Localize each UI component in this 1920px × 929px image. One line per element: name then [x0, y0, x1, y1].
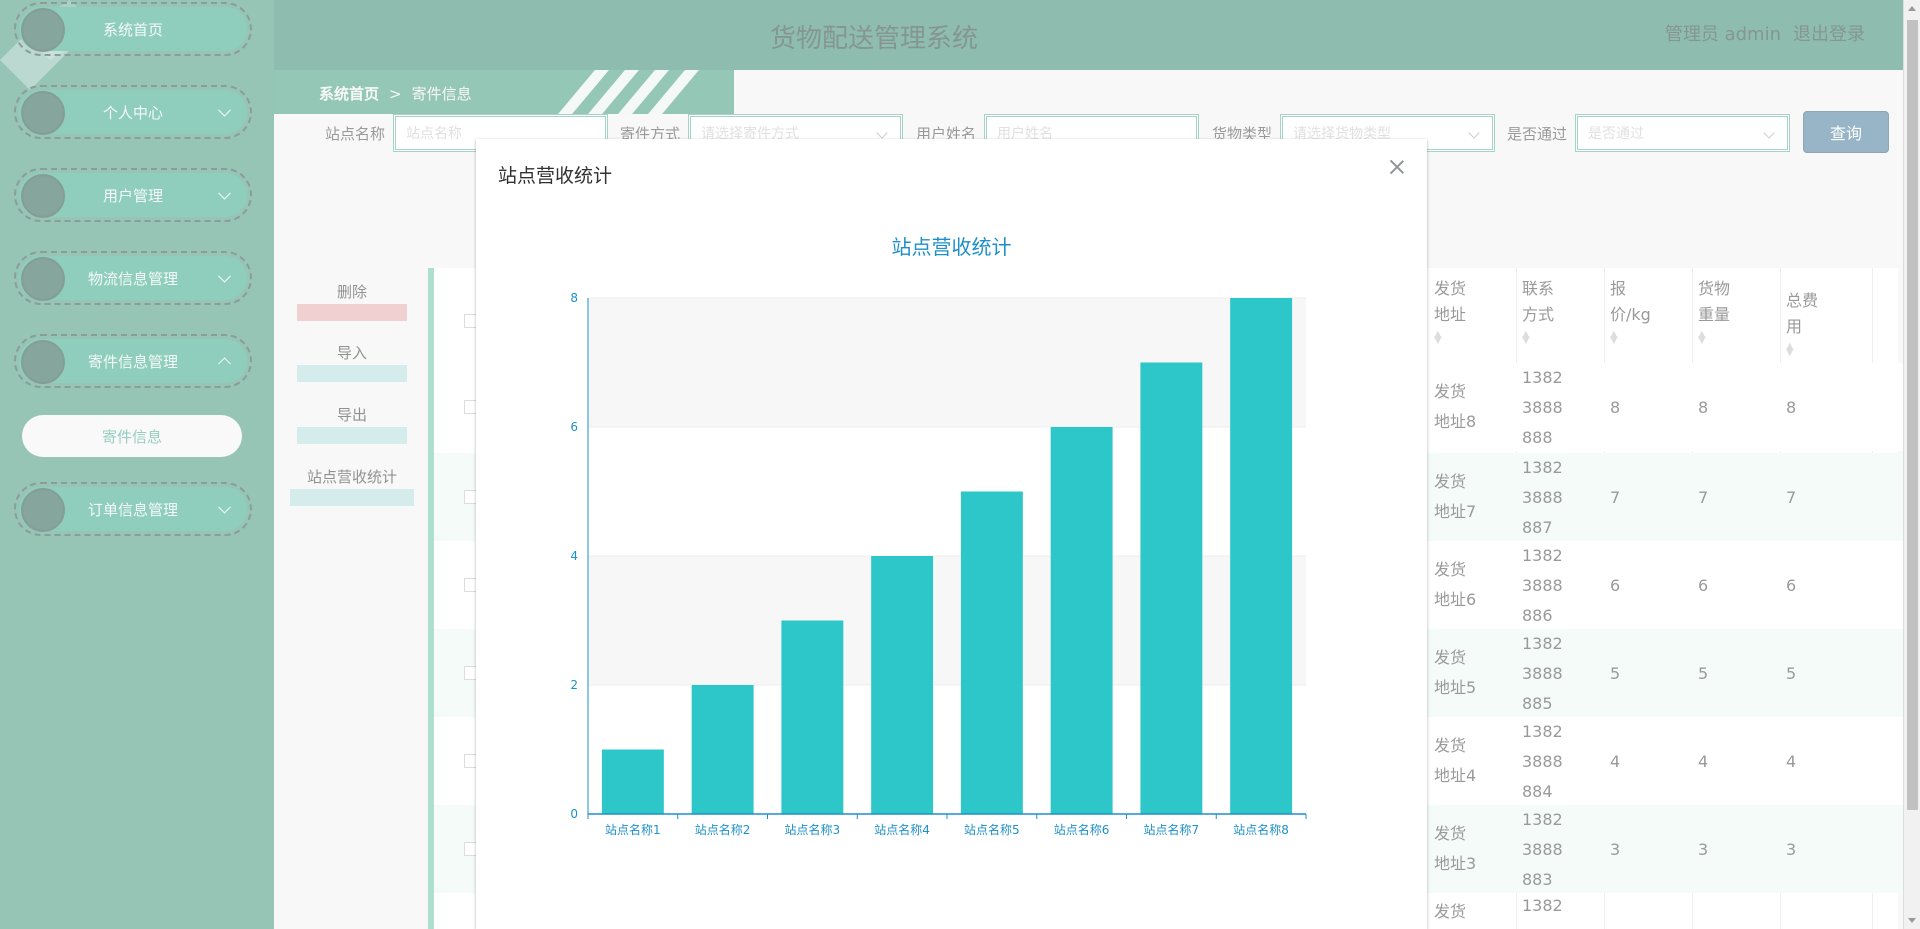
- x-tick-label: 站点名称3: [785, 822, 841, 837]
- x-tick-label: 站点名称2: [695, 822, 751, 837]
- page-scrollbar[interactable]: [1903, 0, 1920, 929]
- x-tick-label: 站点名称8: [1233, 822, 1289, 837]
- x-tick-label: 站点名称4: [874, 822, 930, 837]
- y-tick-label: 2: [570, 678, 578, 692]
- y-tick-label: 4: [570, 549, 578, 563]
- bar-5: [960, 491, 1023, 814]
- scroll-up-arrow[interactable]: [1908, 6, 1916, 11]
- x-tick-label: 站点名称7: [1144, 822, 1200, 837]
- bar-4: [871, 556, 934, 814]
- y-tick-label: 0: [570, 807, 578, 821]
- bar-7: [1140, 362, 1203, 814]
- bar-2: [691, 685, 754, 814]
- scrollbar-thumb[interactable]: [1907, 20, 1918, 810]
- bar-chart: 0 2 4 6 8 站点名称1 站点名称2 站点名称3 站点名称4 站点名称5 站点名称6 站点名称7…: [570, 291, 1307, 837]
- bar-6: [1050, 427, 1113, 814]
- bar-3: [781, 620, 844, 814]
- stats-dialog: 站点营收统计 站点营收统计 0 2 4 6 8 站点名称1 站点名称2 站点名称3 站点名称4 站…: [476, 139, 1427, 929]
- x-tick-label: 站点名称5: [964, 822, 1020, 837]
- y-tick-label: 8: [570, 291, 578, 305]
- bar-1: [601, 749, 664, 814]
- bar-8: [1230, 298, 1293, 814]
- x-tick-label: 站点名称6: [1054, 822, 1110, 837]
- scroll-down-arrow[interactable]: [1908, 918, 1916, 923]
- y-tick-label: 6: [570, 420, 578, 434]
- x-tick-label: 站点名称1: [605, 822, 661, 837]
